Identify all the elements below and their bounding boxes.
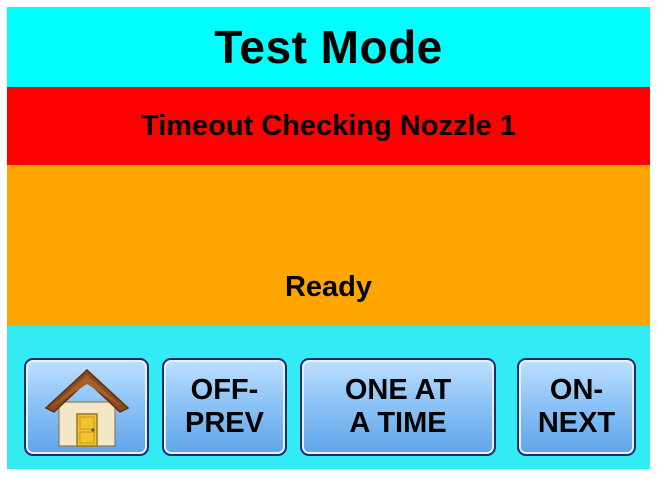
- status-panel: Ready: [7, 165, 650, 326]
- off-prev-label: OFF- PREV: [185, 374, 264, 440]
- header: Test Mode: [7, 7, 650, 87]
- on-next-label-line1: ON-: [549, 374, 604, 406]
- one-at-a-time-button[interactable]: ONE AT A TIME: [300, 358, 496, 456]
- one-at-a-time-label-line2: A TIME: [349, 407, 447, 439]
- one-at-a-time-label-line1: ONE AT: [344, 374, 452, 406]
- alert-message: Timeout Checking Nozzle 1: [141, 109, 516, 142]
- one-at-a-time-label: ONE AT A TIME: [345, 374, 451, 440]
- on-next-button[interactable]: ON- NEXT: [517, 358, 636, 456]
- test-mode-screen: Test Mode Timeout Checking Nozzle 1 Read…: [7, 7, 650, 469]
- off-prev-label-line2: PREV: [185, 407, 264, 439]
- home-button[interactable]: [24, 358, 149, 456]
- on-next-label: ON- NEXT: [538, 374, 615, 440]
- page-title: Test Mode: [214, 21, 443, 73]
- on-next-label-line2: NEXT: [537, 407, 616, 439]
- home-icon: [42, 364, 132, 450]
- button-bar: OFF- PREV ONE AT A TIME ON- NEXT: [7, 326, 650, 469]
- status-text: Ready: [284, 271, 373, 303]
- alert-banner: Timeout Checking Nozzle 1: [7, 87, 650, 165]
- off-prev-button[interactable]: OFF- PREV: [162, 358, 287, 456]
- off-prev-label-line1: OFF-: [190, 374, 259, 406]
